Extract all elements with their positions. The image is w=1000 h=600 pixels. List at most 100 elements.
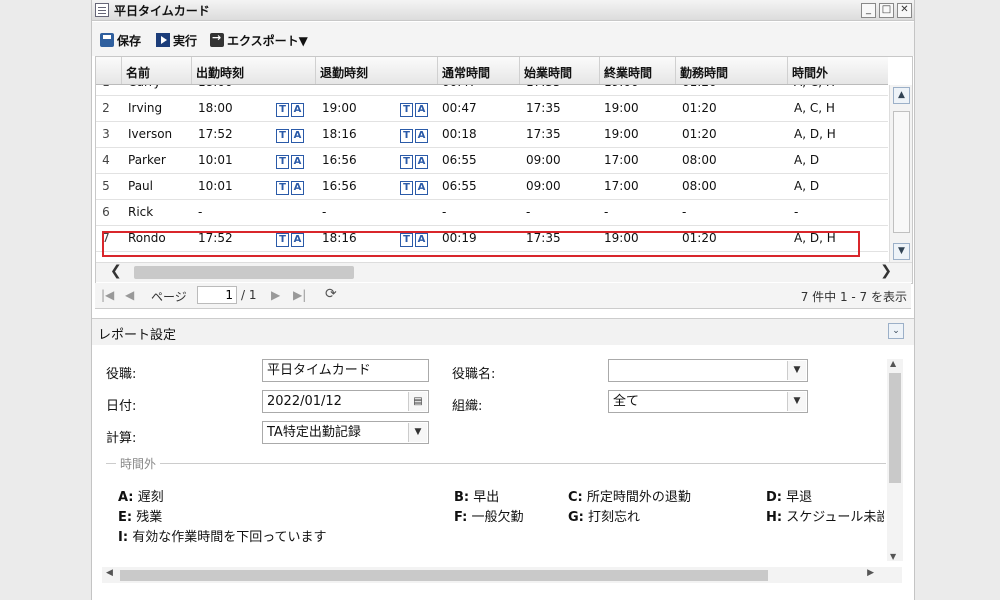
cell-out: 16:56 xyxy=(322,153,357,167)
t-icon: T xyxy=(276,129,289,143)
table-row[interactable]: 6 Rick - - - - - - - xyxy=(96,199,888,226)
t-icon: T xyxy=(400,129,413,143)
t-icon: T xyxy=(276,155,289,169)
org-select[interactable]: 全て ▼ xyxy=(608,390,808,413)
header-clock-in[interactable]: 出勤時刻 xyxy=(192,57,316,84)
cell-name: Irving xyxy=(128,101,163,115)
save-label: 保存 xyxy=(117,33,142,48)
form-scroll-thumb[interactable] xyxy=(889,373,901,483)
horizontal-scrollbar[interactable]: ❮ ❯ xyxy=(96,262,912,282)
maximize-button[interactable]: □ xyxy=(879,3,894,18)
cell-end: 17:00 xyxy=(604,179,639,193)
save-button[interactable]: 保存 xyxy=(100,31,141,49)
row-number: 5 xyxy=(102,179,110,193)
chevron-down-icon[interactable]: ▼ xyxy=(787,361,806,380)
a-icon: A xyxy=(415,155,428,169)
minimize-button[interactable]: _ xyxy=(861,3,876,18)
header-normal-time[interactable]: 通常時間 xyxy=(438,57,520,84)
last-page-icon[interactable]: ▶| xyxy=(293,288,306,302)
scroll-down-icon[interactable]: ▼ xyxy=(893,243,910,260)
cell-work: - xyxy=(682,205,687,219)
cell-end: - xyxy=(604,205,609,219)
window-title: 平日タイムカード xyxy=(114,4,210,18)
form-hscroll-thumb[interactable] xyxy=(120,570,768,581)
scroll-left-icon[interactable]: ❮ xyxy=(110,263,122,279)
header-work-time[interactable]: 勤務時間 xyxy=(676,57,788,84)
scroll-up-icon[interactable]: ▲ xyxy=(893,87,910,104)
a-icon: A xyxy=(291,103,304,117)
ta-marker: TA xyxy=(276,129,304,143)
cell-normal: 00:18 xyxy=(442,127,477,141)
calc-select[interactable]: TA特定出勤記録 ▼ xyxy=(262,421,429,444)
table-row[interactable]: 4 Parker 10:01 16:56 06:55 09:00 17:00 08:00 A, … xyxy=(96,147,888,174)
cell-ot: A, D xyxy=(794,153,820,167)
form-horizontal-scrollbar[interactable]: ◀ ▶ xyxy=(102,567,902,583)
cell-work: 01:20 xyxy=(682,101,717,115)
legend-item-f: F: 一般欠勤 xyxy=(454,510,524,525)
row-number: 4 xyxy=(102,153,110,167)
header-start-time[interactable]: 始業時間 xyxy=(520,57,600,84)
a-icon: A xyxy=(415,181,428,195)
first-page-icon[interactable]: |◀ xyxy=(101,288,114,302)
next-page-icon[interactable]: ▶ xyxy=(271,288,280,302)
a-icon: A xyxy=(291,155,304,169)
cell-ot: A, D xyxy=(794,179,820,193)
role-field[interactable]: 平日タイムカード xyxy=(262,359,429,382)
scroll-down-icon[interactable]: ▼ xyxy=(890,552,896,561)
legend-item-i: I: 有効な作業時間を下回っています xyxy=(118,530,327,545)
cell-in: 18:00 xyxy=(198,101,233,115)
scroll-right-icon[interactable]: ▶ xyxy=(867,568,874,578)
legend-title: 時間外 xyxy=(116,455,161,472)
role-name-select[interactable]: ▼ xyxy=(608,359,808,382)
table-row[interactable]: 5 Paul 10:01 16:56 06:55 09:00 17:00 08:00 A, D T… xyxy=(96,173,888,200)
chevron-down-icon[interactable]: ▼ xyxy=(408,423,427,442)
cell-in: - xyxy=(198,205,203,219)
cell-normal: 00:47 xyxy=(442,101,477,115)
calendar-icon[interactable]: ▤ xyxy=(408,392,427,411)
header-name[interactable]: 名前 xyxy=(122,57,192,84)
report-icon xyxy=(95,3,109,17)
legend-item-d: D: 早退 xyxy=(766,490,813,505)
report-settings-header[interactable]: レポート設定 ⌄ xyxy=(92,318,914,346)
table-row[interactable]: 3 Iverson 17:52 18:16 00:18 17:35 19:00 01:20 A,… xyxy=(96,121,888,148)
row-number: 3 xyxy=(102,127,110,141)
collapse-icon[interactable]: ⌄ xyxy=(888,323,904,339)
header-overtime[interactable]: 時間外 xyxy=(788,57,888,84)
table-row[interactable]: 2 Irving 18:00 19:00 00:47 17:35 19:00 01:20 A, … xyxy=(96,95,888,122)
prev-page-icon[interactable]: ◀ xyxy=(125,288,134,302)
vertical-scrollbar[interactable]: ▲ ▼ xyxy=(889,85,912,262)
scroll-left-icon[interactable]: ◀ xyxy=(106,568,113,578)
cell-in: 10:01 xyxy=(198,153,233,167)
pager-toolbar: |◀ ◀ ページ / 1 ▶ ▶| ⟳ 7 件中 1 - 7 を表示 xyxy=(95,283,911,309)
cell-work: 08:00 xyxy=(682,153,717,167)
refresh-icon[interactable]: ⟳ xyxy=(325,286,337,302)
run-label: 実行 xyxy=(173,33,198,48)
cell-in: 17:52 xyxy=(198,127,233,141)
role-name-label: 役職名: xyxy=(452,367,496,382)
header-clock-out[interactable]: 退勤時刻 xyxy=(316,57,438,84)
cell-out: - xyxy=(322,205,327,219)
scroll-thumb[interactable] xyxy=(893,111,910,233)
date-label: 日付: xyxy=(106,399,137,414)
cell-in: 10:01 xyxy=(198,179,233,193)
scroll-right-icon[interactable]: ❯ xyxy=(880,263,892,279)
a-icon: A xyxy=(415,103,428,117)
run-button[interactable]: 実行 xyxy=(156,31,197,49)
play-icon xyxy=(156,33,170,47)
hscroll-thumb[interactable] xyxy=(134,266,354,279)
export-button[interactable]: エクスポート▼ xyxy=(210,31,308,49)
page-number-input[interactable] xyxy=(197,286,237,304)
cell-start: 17:35 xyxy=(526,127,561,141)
close-button[interactable]: ✕ xyxy=(897,3,912,18)
scroll-up-icon[interactable]: ▲ xyxy=(890,359,896,368)
cell-out: 18:16 xyxy=(322,127,357,141)
page-label: ページ xyxy=(151,290,187,304)
date-field[interactable]: 2022/01/12 ▤ xyxy=(262,390,429,413)
chevron-down-icon[interactable]: ▼ xyxy=(787,392,806,411)
header-end-time[interactable]: 終業時間 xyxy=(600,57,676,84)
cell-normal: 06:55 xyxy=(442,153,477,167)
cell-end: 19:00 xyxy=(604,101,639,115)
form-vertical-scrollbar[interactable]: ▲ ▼ xyxy=(887,359,903,561)
cell-out: 19:00 xyxy=(322,101,357,115)
calc-label: 計算: xyxy=(106,431,137,446)
